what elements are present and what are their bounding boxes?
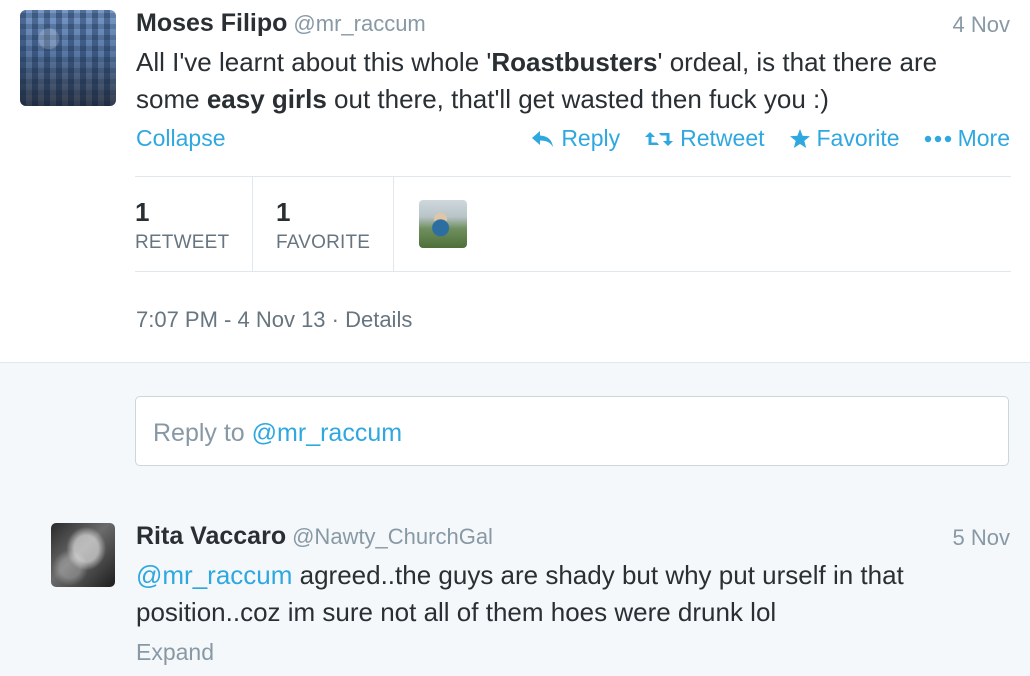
tweet-actions: Reply Retweet Favorite More <box>507 125 1010 152</box>
favorite-count: 1 <box>276 197 291 227</box>
reply-author-name[interactable]: Rita Vaccaro @Nawty_ChurchGal <box>136 522 493 551</box>
collapse-link[interactable]: Collapse <box>136 125 226 152</box>
author-handle[interactable]: @mr_raccum <box>293 11 425 36</box>
tweet-stats: 1 RETWEET 1 FAVORITE <box>135 176 1011 272</box>
reply-author-handle[interactable]: @Nawty_ChurchGal <box>292 524 493 549</box>
reply-mention: @mr_raccum <box>251 419 403 447</box>
reply-area: Reply to @mr_raccum <box>0 362 1030 498</box>
reply-placeholder: Reply to <box>153 419 252 447</box>
retweet-stat[interactable]: 1 RETWEET <box>135 177 253 271</box>
author-avatar[interactable] <box>20 10 116 106</box>
favoriter-avatar[interactable] <box>419 200 467 248</box>
more-label: More <box>957 125 1010 151</box>
star-icon <box>789 128 810 148</box>
expand-link[interactable]: Expand <box>136 639 214 666</box>
favorite-label: Favorite <box>816 125 900 151</box>
tweet-timestamp[interactable]: 4 Nov <box>953 12 1010 38</box>
reply-timestamp[interactable]: 5 Nov <box>953 525 1010 551</box>
retweet-label: Retweet <box>680 125 765 151</box>
more-button[interactable]: More <box>924 125 1010 152</box>
reply-input[interactable]: Reply to @mr_raccum <box>135 396 1009 466</box>
tweet-meta[interactable]: 7:07 PM - 4 Nov 13 · Details <box>136 307 412 333</box>
tweet-text: All I've learnt about this whole 'Roastb… <box>136 44 996 118</box>
tweet-text-part: All I've learnt about this whole ' <box>136 47 492 77</box>
reply-icon <box>532 130 554 147</box>
reply-tweet-mention[interactable]: @mr_raccum <box>136 560 292 590</box>
tweet-text-bold: easy girls <box>206 84 327 114</box>
author-name[interactable]: Moses Filipo @mr_raccum <box>136 9 426 38</box>
reply-button[interactable]: Reply <box>531 125 620 152</box>
tweet-text-part: out there, that'll get wasted then fuck … <box>326 84 829 114</box>
author-display-name[interactable]: Moses Filipo <box>136 9 287 37</box>
expanded-tweet: Moses Filipo @mr_raccum 4 Nov All I've le… <box>0 0 1030 362</box>
favorite-button[interactable]: Favorite <box>789 125 900 152</box>
more-dots-icon <box>924 135 951 142</box>
favorite-stat-label: FAVORITE <box>276 232 371 253</box>
retweet-stat-label: RETWEET <box>135 232 230 253</box>
reply-tweet[interactable]: Rita Vaccaro @Nawty_ChurchGal 5 Nov @mr_r… <box>0 497 1030 676</box>
favorite-stat[interactable]: 1 FAVORITE <box>252 177 394 271</box>
retweet-count: 1 <box>135 197 150 227</box>
reply-label: Reply <box>561 125 621 151</box>
reply-author-display-name[interactable]: Rita Vaccaro <box>136 522 286 550</box>
retweet-icon <box>645 131 674 146</box>
reply-author-avatar[interactable] <box>51 523 115 587</box>
tweet-text-bold: Roastbusters <box>491 47 658 77</box>
retweet-button[interactable]: Retweet <box>644 125 765 152</box>
reply-tweet-text: @mr_raccum agreed..the guys are shady bu… <box>136 557 996 631</box>
